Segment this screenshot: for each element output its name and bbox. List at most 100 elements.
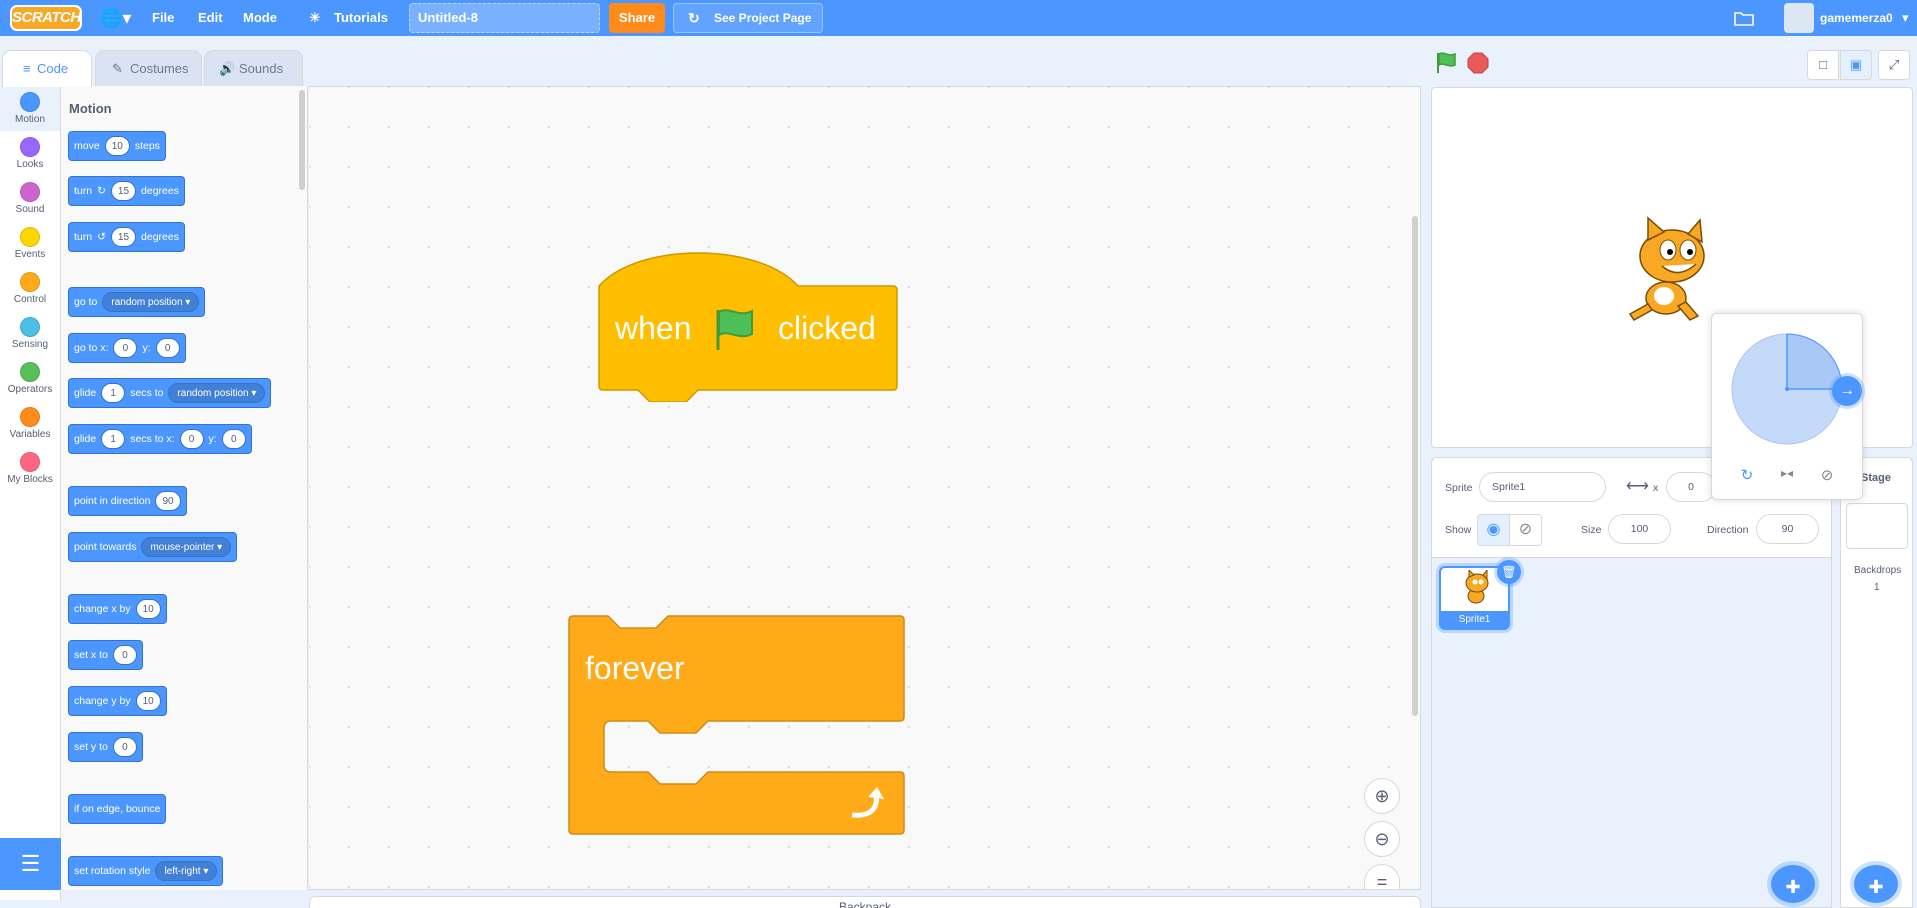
- category-events[interactable]: Events: [0, 221, 60, 266]
- block-change-x[interactable]: change x by 10: [68, 594, 167, 624]
- stage-selector-pane[interactable]: Stage Backdrops 1: [1840, 457, 1913, 908]
- block-text: change y by: [74, 695, 131, 707]
- block-go-to[interactable]: go to random position ▾: [68, 287, 206, 317]
- block-input[interactable]: 0: [155, 338, 180, 358]
- menu-mode[interactable]: Mode: [243, 0, 277, 36]
- block-text: degrees: [141, 185, 179, 197]
- block-input[interactable]: 90: [155, 491, 181, 511]
- direction-input[interactable]: 90: [1756, 514, 1819, 544]
- block-dropdown[interactable]: random position ▾: [168, 383, 266, 403]
- share-button[interactable]: Share: [609, 3, 665, 33]
- stage-title: Stage: [1861, 472, 1891, 484]
- backpack-bar[interactable]: Backpack: [309, 896, 1421, 908]
- zoom-out-button[interactable]: ⊖: [1364, 821, 1400, 857]
- username[interactable]: gamemerza0: [1820, 0, 1893, 36]
- direction-handle-arrow-icon[interactable]: →: [1832, 376, 1862, 406]
- show-sprite-button[interactable]: ◉: [1477, 514, 1510, 546]
- remix-arrows-icon: ↻: [688, 10, 700, 26]
- block-change-y[interactable]: change y by 10: [68, 686, 167, 716]
- add-backdrop-button[interactable]: ✚: [1854, 865, 1898, 903]
- block-turn-left[interactable]: turn ↺ 15 degrees: [68, 222, 185, 252]
- category-control[interactable]: Control: [0, 266, 60, 311]
- block-set-x[interactable]: set x to 0: [68, 640, 143, 670]
- block-input[interactable]: 1: [101, 429, 126, 449]
- block-glide-to[interactable]: glide 1 secs to random position ▾: [68, 378, 272, 408]
- category-sound[interactable]: Sound: [0, 176, 60, 221]
- palette-heading: Motion: [69, 101, 112, 116]
- palette-scrollbar[interactable]: [299, 90, 305, 190]
- zoom-in-button[interactable]: ⊕: [1364, 778, 1400, 814]
- block-input[interactable]: 0: [113, 338, 138, 358]
- block-dropdown[interactable]: random position ▾: [102, 292, 200, 312]
- direction-dial[interactable]: [1731, 333, 1843, 445]
- backdrop-thumbnail[interactable]: [1846, 503, 1908, 549]
- category-sensing[interactable]: Sensing: [0, 311, 60, 356]
- block-dropdown[interactable]: mouse-pointer ▾: [141, 537, 232, 557]
- menu-file[interactable]: File: [152, 0, 174, 36]
- tab-costumes-label: Costumes: [130, 61, 189, 76]
- sprite-name-input[interactable]: Sprite1: [1479, 472, 1606, 502]
- sprite-cat-image[interactable]: [1618, 216, 1718, 327]
- rotation-all-around-icon[interactable]: ↻: [1732, 466, 1762, 484]
- green-flag-icon: [714, 308, 756, 357]
- block-point-towards[interactable]: point towards mouse-pointer ▾: [68, 532, 238, 562]
- block-set-rotation-style[interactable]: set rotation style left-right ▾: [68, 856, 224, 886]
- see-project-page-button[interactable]: ↻ See Project Page: [673, 3, 823, 33]
- account-chevron-down-icon[interactable]: ▾: [1902, 0, 1909, 36]
- block-input[interactable]: 0: [221, 429, 246, 449]
- menu-edit[interactable]: Edit: [198, 0, 223, 36]
- fullscreen-button[interactable]: ⤢: [1878, 50, 1910, 80]
- block-input[interactable]: 10: [104, 136, 130, 156]
- block-input[interactable]: 10: [135, 599, 161, 619]
- block-set-y[interactable]: set y to 0: [68, 732, 143, 762]
- block-glide-xy[interactable]: glide 1 secs to x: 0 y: 0: [68, 424, 252, 454]
- my-stuff-folder-icon[interactable]: [1734, 0, 1754, 36]
- block-input[interactable]: 0: [179, 429, 204, 449]
- add-sprite-button[interactable]: ✚: [1771, 865, 1815, 903]
- category-variables[interactable]: Variables: [0, 401, 60, 446]
- sprite-thumbnail[interactable]: Sprite1 🗑: [1439, 560, 1521, 630]
- block-input[interactable]: 0: [112, 737, 137, 757]
- operators-dot-icon: [20, 362, 40, 382]
- category-my-blocks[interactable]: My Blocks: [0, 446, 60, 491]
- category-motion[interactable]: Motion: [0, 86, 60, 131]
- block-input[interactable]: 10: [135, 691, 161, 711]
- stop-icon[interactable]: [1467, 52, 1489, 74]
- small-stage-button[interactable]: □: [1807, 50, 1839, 80]
- block-input[interactable]: 0: [112, 645, 137, 665]
- block-input[interactable]: 1: [101, 383, 126, 403]
- green-flag-run-icon[interactable]: [1435, 52, 1457, 74]
- tab-code[interactable]: ≡ Code: [2, 50, 92, 87]
- delete-sprite-button[interactable]: 🗑: [1497, 560, 1521, 584]
- category-looks[interactable]: Looks: [0, 131, 60, 176]
- x-position-input[interactable]: 0: [1666, 472, 1716, 502]
- block-input[interactable]: 15: [110, 181, 137, 201]
- tab-sounds[interactable]: 🔊 Sounds: [204, 50, 303, 86]
- rotation-left-right-icon[interactable]: ▸◂: [1772, 466, 1802, 480]
- motion-dot-icon: [20, 92, 40, 112]
- hide-sprite-button[interactable]: ⊘: [1509, 514, 1542, 546]
- category-operators[interactable]: Operators: [0, 356, 60, 401]
- avatar[interactable]: [1784, 3, 1814, 33]
- large-stage-button[interactable]: ▣: [1840, 50, 1872, 80]
- when-flag-clicked-block[interactable]: when clicked: [598, 252, 898, 403]
- language-globe-icon[interactable]: 🌐▾: [100, 0, 131, 36]
- block-point-in-direction[interactable]: point in direction 90: [68, 486, 187, 516]
- forever-block[interactable]: forever: [568, 615, 905, 835]
- size-input[interactable]: 100: [1608, 514, 1671, 544]
- block-if-on-edge-bounce[interactable]: if on edge, bounce: [68, 794, 167, 824]
- tab-costumes[interactable]: ✎ Costumes: [95, 50, 202, 86]
- add-extension-button[interactable]: ☰: [0, 838, 61, 890]
- block-input[interactable]: 15: [110, 227, 137, 247]
- workspace-scrollbar[interactable]: [1412, 216, 1418, 716]
- project-title-input[interactable]: Untitled-8: [409, 3, 600, 33]
- large-stage-icon: ▣: [1849, 57, 1863, 72]
- block-turn-right[interactable]: turn ↻ 15 degrees: [68, 176, 185, 206]
- tutorials-icon[interactable]: ☀: [309, 0, 321, 36]
- rotation-dont-rotate-icon[interactable]: ⊘: [1812, 466, 1842, 484]
- block-move-steps[interactable]: move 10 steps: [68, 131, 166, 161]
- scratch-logo[interactable]: SCRATCH: [10, 5, 82, 31]
- menu-tutorials[interactable]: Tutorials: [334, 0, 388, 36]
- block-dropdown[interactable]: left-right ▾: [155, 861, 218, 881]
- block-go-to-xy[interactable]: go to x: 0 y: 0: [68, 333, 186, 363]
